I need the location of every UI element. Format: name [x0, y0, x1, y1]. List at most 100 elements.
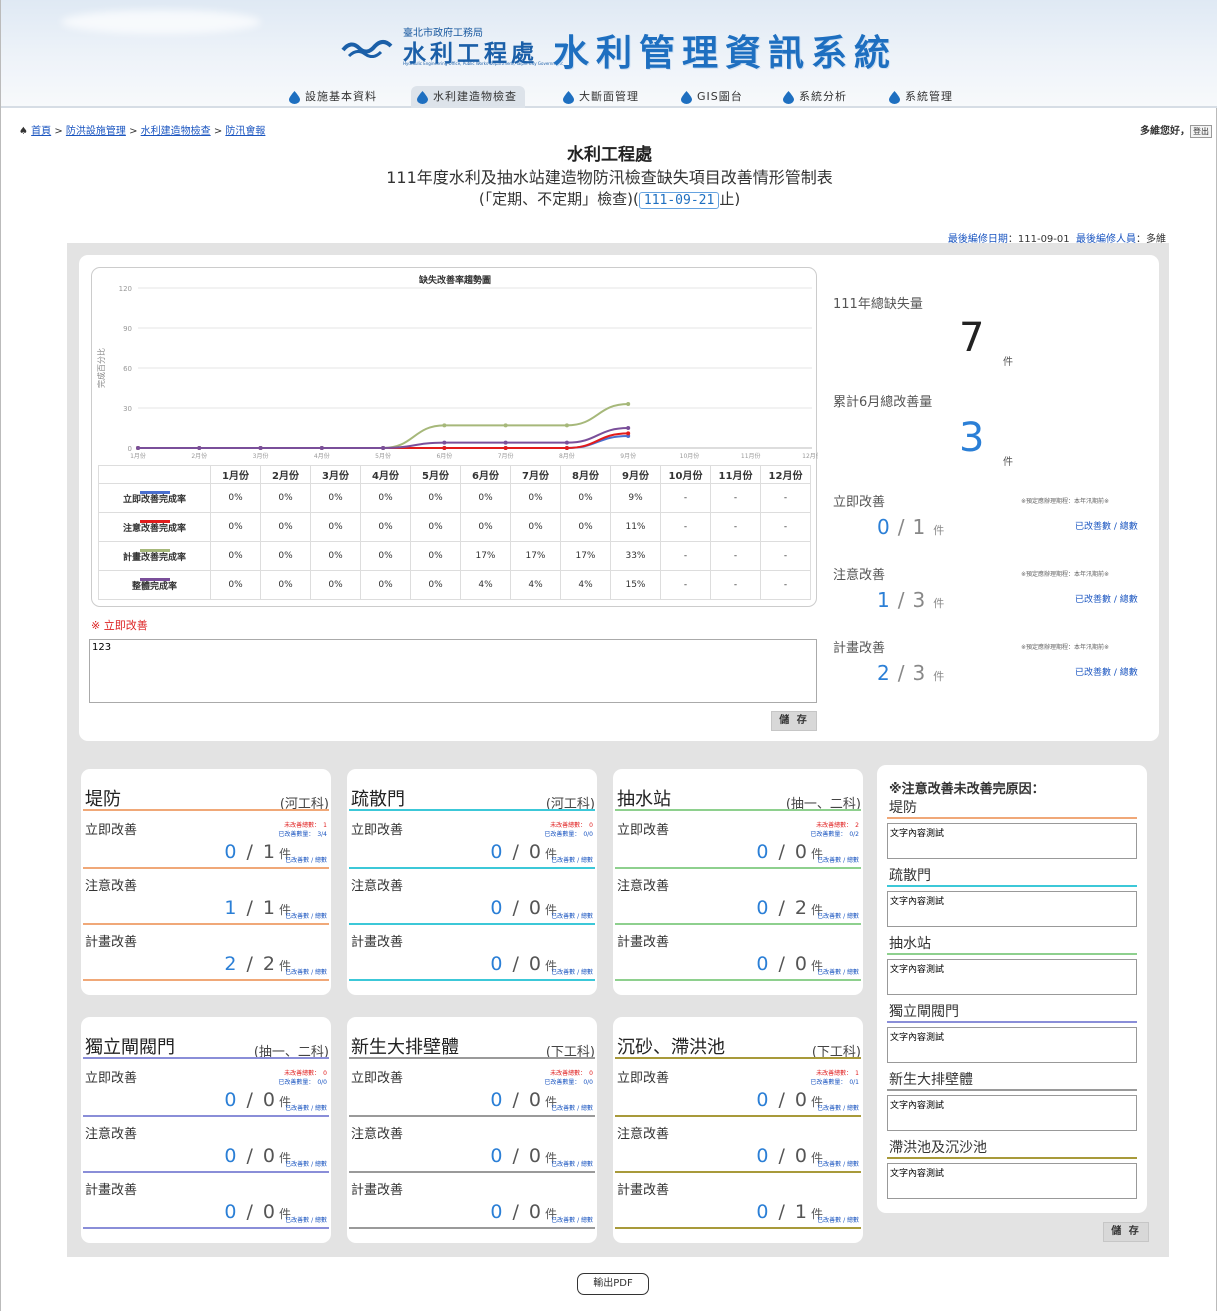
reason-input[interactable]: 文字內容測試 [887, 891, 1137, 927]
ratio-value: 0/0 件 [490, 953, 557, 975]
chart-box: 缺失改善率趨勢圖 完成百分比 0 30 60 90 120 1月份 2月份 3月份 4月份 5月份 6月… [91, 267, 818, 607]
fixed-count: 已改善數量： 0/0 [544, 1079, 593, 1086]
improved-link[interactable]: 已改善數 / 總數 [285, 1103, 327, 1112]
slash: / [512, 1089, 519, 1111]
save-reasons-button[interactable]: 儲 存 [1103, 1222, 1149, 1242]
improved-link[interactable]: 已改善數 / 總數 [817, 855, 859, 864]
y-tick-label: 60 [123, 365, 132, 373]
improved-link[interactable]: 已改善數 / 總數 [285, 1215, 327, 1224]
table-header: 4月份 [360, 465, 411, 484]
done-count: 0 [756, 1089, 769, 1111]
reason-input[interactable]: 文字內容測試 [887, 1163, 1137, 1199]
total-count: 0 [528, 1089, 541, 1111]
unit: 件 [933, 597, 945, 610]
nav-item-1[interactable]: 水利建造物檢查 [411, 86, 525, 108]
mini-stats: 未改善總數： 2 已改善數量： 0/2 [810, 821, 859, 839]
improved-link[interactable]: 已改善數 / 總數 [551, 967, 593, 976]
total-unit: 件 [1003, 357, 1013, 368]
nav-item-4[interactable]: 系統分析 [777, 86, 855, 108]
ratio-value: 0/0 件 [490, 1089, 557, 1111]
improved-link[interactable]: 已改善數 / 總數 [817, 1103, 859, 1112]
stat-group-ratio: 0 / 1 件 [877, 515, 944, 539]
reason-input[interactable]: 文字內容測試 [887, 1095, 1137, 1131]
user-greeting: 多維您好， [1140, 126, 1190, 137]
breadcrumb-flood-facilities[interactable]: 防洪設施管理 [66, 126, 126, 137]
mini-stats: 未改善總數： 0 已改善數量： 0/0 [544, 821, 593, 839]
system-title: 水利管理資訊系統 [553, 33, 898, 74]
divider [615, 1227, 861, 1229]
table-cell: 17% [460, 541, 511, 571]
date-field[interactable]: 111-09-21 [638, 192, 720, 209]
row-label: 立即改善 [351, 823, 404, 838]
data-point [442, 423, 447, 428]
table-cell: 0% [260, 541, 311, 571]
improved-link[interactable]: 已改善數 / 總數 [551, 911, 593, 920]
ratio-value: 0/1 件 [756, 1201, 823, 1223]
x-tick-label: 2月份 [191, 452, 207, 460]
nav-item-5[interactable]: 系統管理 [883, 86, 961, 108]
total-count: 0 [262, 1089, 275, 1111]
table-cell: 0% [410, 512, 461, 542]
improved-link[interactable]: 已改善數 / 總數 [551, 1159, 593, 1168]
total-count: 2 [262, 953, 275, 975]
facility-name: 疏散門 [351, 789, 405, 810]
slash: / [246, 841, 253, 863]
data-point [503, 440, 508, 445]
ratio-value: 0/0 件 [756, 953, 823, 975]
y-tick-label: 90 [123, 325, 132, 333]
improved-link[interactable]: 已改善數 / 總數 [285, 967, 327, 976]
slash: / [512, 897, 519, 919]
page: 臺北市政府工務局 水利工程處 Hydraulic Engineering Off… [0, 0, 1217, 1311]
immediate-note-input[interactable]: 123 [89, 639, 817, 703]
stat-group-link[interactable]: 已改善數 / 總數 [1075, 519, 1138, 532]
table-cell: 0% [560, 512, 611, 542]
facility-card: 疏散門 (河工科) 立即改善 未改善總數： 0 已改善數量： 0/0 0/0 件已改善數 /… [347, 769, 597, 995]
improved-link[interactable]: 已改善數 / 總數 [817, 967, 859, 976]
reason-facility-name: 滯洪池及沉沙池 [889, 1140, 987, 1156]
breadcrumb-inspection[interactable]: 水利建造物檢查 [141, 126, 211, 137]
export-pdf-button[interactable]: 輸出PDF [577, 1273, 649, 1295]
breadcrumb-home[interactable]: 首頁 [31, 126, 51, 137]
save-note-button[interactable]: 儲 存 [771, 711, 817, 731]
nav-item-0[interactable]: 設施基本資料 [283, 86, 385, 108]
stat-group-link[interactable]: 已改善數 / 總數 [1075, 665, 1138, 678]
slash: / [512, 953, 519, 975]
total-count: 1 [262, 841, 275, 863]
table-header: 11月份 [710, 465, 761, 484]
reason-input[interactable]: 文字內容測試 [887, 823, 1137, 859]
breadcrumb-report[interactable]: 防汛會報 [225, 126, 265, 137]
improved-link[interactable]: 已改善數 / 總數 [551, 1215, 593, 1224]
x-tick-label: 8月份 [559, 452, 575, 460]
nav-item-3[interactable]: GIS圖台 [675, 86, 751, 108]
improved-link[interactable]: 已改善數 / 總數 [817, 911, 859, 920]
reason-input[interactable]: 文字內容測試 [887, 959, 1137, 995]
total-count: 0 [528, 1201, 541, 1223]
table-cell: 0% [310, 512, 361, 542]
stat-group-link[interactable]: 已改善數 / 總數 [1075, 592, 1138, 605]
slash: / [778, 1089, 785, 1111]
x-tick-label: 11月份 [741, 452, 761, 460]
improved-link[interactable]: 已改善數 / 總數 [817, 1215, 859, 1224]
table-cell: - [760, 570, 811, 600]
improved-link[interactable]: 已改善數 / 總數 [551, 1103, 593, 1112]
reason-input[interactable]: 文字內容測試 [887, 1027, 1137, 1063]
slash: / [778, 897, 785, 919]
total-count: 0 [262, 1145, 275, 1167]
table-cell: 11% [610, 512, 661, 542]
stat-group-label: 注意改善 [833, 568, 886, 583]
improved-link[interactable]: 已改善數 / 總數 [285, 1159, 327, 1168]
nav-item-2[interactable]: 大斷面管理 [557, 86, 647, 108]
improved-link[interactable]: 已改善數 / 總數 [285, 855, 327, 864]
table-cell: 0% [560, 483, 611, 513]
reason-facility-name: 堤防 [889, 800, 917, 816]
improved-link[interactable]: 已改善數 / 總數 [551, 855, 593, 864]
unfixed-total: 未改善總數： 2 [816, 822, 859, 829]
logout-button[interactable]: 登出 [1190, 125, 1212, 138]
series-line-2 [138, 403, 629, 449]
reasons-heading: ※注意改善未改善完原因： [889, 782, 1045, 797]
table-cell: 4% [560, 570, 611, 600]
improved-link[interactable]: 已改善數 / 總數 [285, 911, 327, 920]
improved-link[interactable]: 已改善數 / 總數 [817, 1159, 859, 1168]
series-line-1 [138, 432, 629, 449]
slash: / [246, 1201, 253, 1223]
